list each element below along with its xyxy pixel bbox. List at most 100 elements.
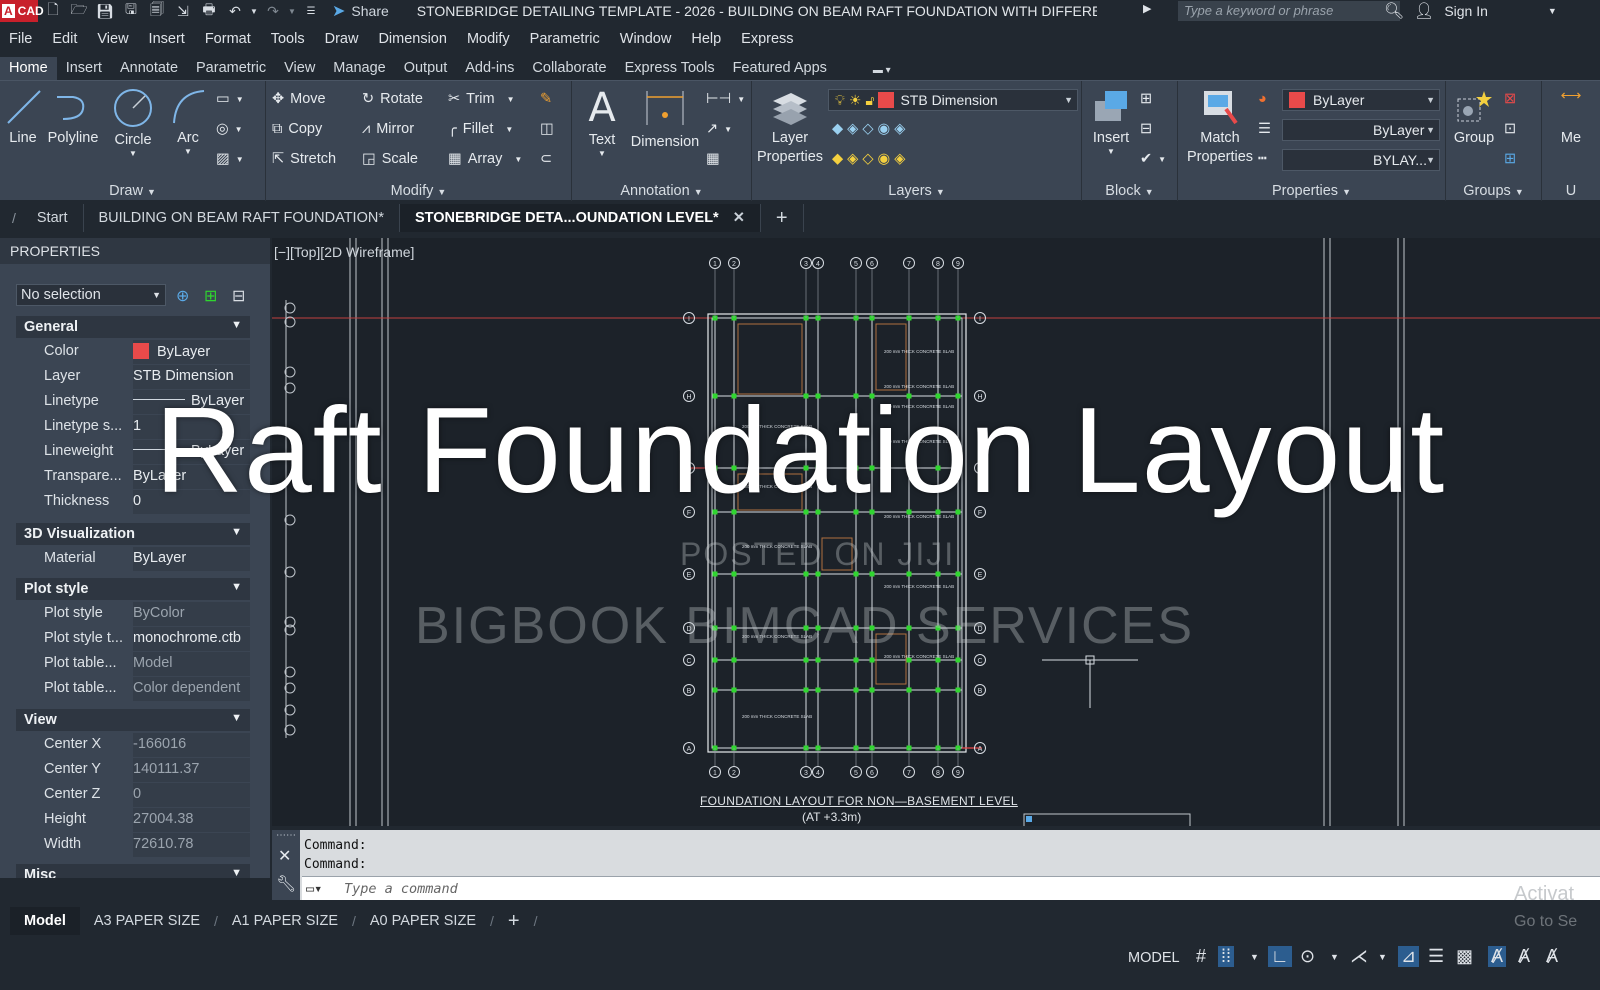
share-button[interactable]: ➤ Share [332,1,389,21]
prop-row[interactable]: Width 72610.78 [16,833,250,857]
dimension-button[interactable]: Dimension [628,85,702,152]
section-view[interactable]: View ▼ [16,709,250,731]
snap-dropdown-icon[interactable]: ▼ [1250,952,1259,962]
ribbon-tab-addins[interactable]: Add-ins [456,57,523,80]
redo-icon[interactable]: ↷ [262,2,284,20]
section-plot-style[interactable]: Plot style ▼ [16,578,250,600]
menu-window[interactable]: Window [611,31,683,47]
sign-in-button[interactable]: 🔍︎ 👤︎ Sign In ▼ [1384,0,1557,22]
search-input[interactable]: Type a keyword or phrase [1178,1,1400,21]
group-edit-icon[interactable]: ⊡ [1504,121,1516,137]
linetype-dropdown[interactable]: BYLAY... ▼ [1282,149,1440,171]
prop-value[interactable]: ByLayer [133,340,250,364]
fillet-button[interactable]: ╭ Fillet ▼ [448,121,513,137]
polyline-button[interactable]: Polyline [46,87,100,148]
edit-block-icon[interactable]: ⊟ [1140,121,1152,137]
prop-value[interactable]: ByLayer [133,390,250,414]
layer-properties-button[interactable]: Layer Properties [754,87,826,167]
menu-express[interactable]: Express [732,31,804,47]
lineweight-dropdown[interactable]: ByLayer ▼ [1282,119,1440,141]
ribbon-tab-manage[interactable]: Manage [324,57,394,80]
lineweight-toggle-icon[interactable]: ☰ [1428,946,1444,967]
ribbon-tab-express-tools[interactable]: Express Tools [616,57,724,80]
command-input[interactable]: ▭▾ Type a command [302,876,1600,900]
prop-row[interactable]: Height 27004.38 [16,808,250,832]
menu-draw[interactable]: Draw [316,31,370,47]
prop-row[interactable]: Plot style t... monochrome.ctb [16,627,250,651]
circle-button[interactable]: Circle ▼ [108,87,158,158]
drag-handle-icon[interactable]: ⋯⋯ [276,830,296,841]
circle-dropdown-icon[interactable]: ▼ [108,150,158,158]
properties-palette-header[interactable]: PROPERTIES [0,238,270,264]
annotation-scale-icon[interactable]: Ⱥ [1518,946,1530,967]
menu-insert[interactable]: Insert [140,31,196,47]
insert-dropdown-icon[interactable]: ▼ [1086,148,1136,156]
save-icon[interactable]: 💾︎ [94,2,116,20]
section-3d-visualization[interactable]: 3D Visualization ▼ [16,523,250,545]
utilities-panel-title[interactable]: U [1542,183,1600,199]
prop-row[interactable]: Thickness 0 [16,490,250,514]
model-space-toggle[interactable]: MODEL [1128,950,1180,966]
erase-icon[interactable]: ✎ [540,91,552,107]
export-icon[interactable]: ⇲ [172,2,194,20]
polar-dropdown-icon[interactable]: ▼ [1330,952,1339,962]
block-panel-title[interactable]: Block ▼ [1082,183,1177,199]
line-button[interactable]: Line [4,87,42,148]
annotation-scale-2-icon[interactable]: Ⱥ [1546,946,1558,967]
prop-row[interactable]: Center Z 0 [16,783,250,807]
ungroup-icon[interactable]: ⊠ [1504,91,1516,107]
copy-button[interactable]: ⧉ Copy [272,121,322,137]
new-file-icon[interactable]: 🗋 [42,1,64,20]
menu-dimension[interactable]: Dimension [369,31,458,47]
menu-tools[interactable]: Tools [262,31,316,47]
chevron-down-icon[interactable]: ▼ [1548,6,1557,16]
prop-value[interactable]: monochrome.ctb [133,627,250,651]
match-properties-button[interactable]: Match Properties [1182,87,1258,167]
ribbon-tab-collaborate[interactable]: Collaborate [523,57,615,80]
draw-panel-title[interactable]: Draw ▼ [0,183,265,199]
lineweight-icon[interactable]: ☰ [1258,121,1271,137]
doc-tab-start[interactable]: Start [22,204,84,232]
prop-row[interactable]: Plot table... Model [16,652,250,676]
doc-tab-building[interactable]: BUILDING ON BEAM RAFT FOUNDATION* [84,204,400,232]
group-button[interactable]: Group [1450,87,1498,148]
prop-row[interactable]: Center Y 140111.37 [16,758,250,782]
layer-dropdown[interactable]: 💡︎ ☀ 🔓︎ STB Dimension ▼ [828,89,1078,111]
close-icon[interactable]: ✕ [278,846,291,866]
doc-tab-stonebridge[interactable]: STONEBRIDGE DETA...OUNDATION LEVEL* ✕ [399,204,761,232]
tabs-menu-icon[interactable]: / [0,210,22,226]
insert-block-button[interactable]: Insert ▼ [1086,87,1136,156]
ribbon-tab-insert[interactable]: Insert [57,57,111,80]
menu-help[interactable]: Help [682,31,732,47]
layer-tools-row-2[interactable]: ◆ ◈ ◇ ◉ ◈ [832,151,905,167]
prop-value[interactable]: STB Dimension [133,365,250,389]
layout-tab-a3[interactable]: A3 PAPER SIZE [80,907,214,935]
color-dropdown[interactable]: ByLayer ▼ [1282,89,1440,111]
command-line-handle[interactable]: ⋯⋯ ✕ 🔧︎ [272,830,300,900]
ribbon-tab-output[interactable]: Output [395,57,457,80]
rotate-button[interactable]: ↻ Rotate [362,91,423,107]
groups-panel-title[interactable]: Groups ▼ [1446,183,1541,199]
layout-tab-model[interactable]: Model [10,907,80,935]
polar-icon[interactable]: ⊙ [1300,946,1315,967]
ribbon-tab-annotate[interactable]: Annotate [111,57,187,80]
gradient-icon[interactable]: ▨ ▼ [216,151,244,167]
isodraft-dropdown-icon[interactable]: ▼ [1378,952,1387,962]
toggle-pickadd-icon[interactable]: ⊕ [176,286,189,306]
menu-parametric[interactable]: Parametric [521,31,611,47]
layout-tab-a0[interactable]: A0 PAPER SIZE [356,907,490,935]
annotation-visibility-icon[interactable]: Ⱥ [1488,946,1507,967]
prop-row[interactable]: Material ByLayer [16,547,250,571]
plot-icon[interactable]: 🖶 [198,1,220,20]
trim-button[interactable]: ✂ Trim ▼ [448,91,515,107]
prop-value[interactable]: ByLayer [133,547,250,571]
properties-panel-title[interactable]: Properties ▼ [1178,183,1445,199]
prop-value[interactable]: 1 [133,415,250,439]
move-button[interactable]: ✥ Move [272,91,326,107]
snap-icon[interactable]: ⁞⁞ [1218,946,1235,967]
explode-icon[interactable]: ◫ [540,121,554,137]
selection-dropdown[interactable]: No selection ▼ [16,284,166,306]
prop-row[interactable]: Center X -166016 [16,733,250,757]
menu-edit[interactable]: Edit [43,31,88,47]
ribbon-tab-view[interactable]: View [275,57,324,80]
